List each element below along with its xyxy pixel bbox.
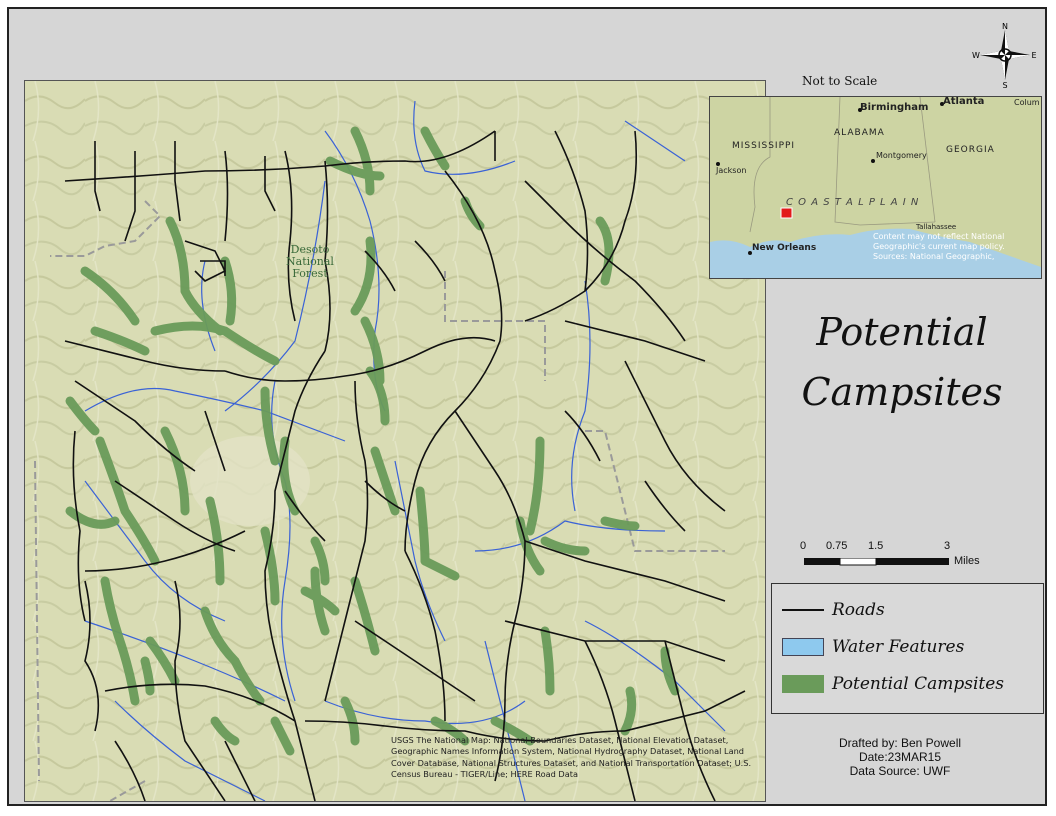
- map-credits: USGS The National Map: National Boundari…: [391, 735, 752, 779]
- not-to-scale-label: Not to Scale: [802, 74, 878, 88]
- map-title-line-1: Potential: [816, 310, 988, 354]
- map-legend: Roads Water Features Potential Campsites: [771, 583, 1044, 714]
- data-source: Data Source: UWF: [849, 764, 951, 778]
- scale-bar-graphic: [804, 558, 949, 566]
- north-arrow: N S E W: [972, 22, 1036, 90]
- scale-unit: Miles: [954, 555, 980, 567]
- map-title-line-2: Campsites: [801, 370, 1003, 414]
- inset-label-new-orleans: New Orleans: [752, 243, 817, 253]
- legend-item-water-features: Water Features: [782, 636, 964, 658]
- scale-tick-2: 1.5: [868, 540, 884, 552]
- east-label: E: [1031, 51, 1036, 60]
- inset-notice: Content may not reflect National Geograp…: [873, 232, 1005, 262]
- inset-label-columbus: Colum: [1014, 98, 1040, 107]
- forest-label: Desoto National Forest: [286, 243, 334, 280]
- forest-label-line-3: Forest: [292, 267, 328, 280]
- inset-label-jackson: Jackson: [716, 166, 747, 175]
- inset-notice-line-3: Sources: National Geographic,: [873, 252, 995, 261]
- inset-label-tallahassee: Tallahassee: [916, 223, 957, 231]
- legend-item-potential-campsites: Potential Campsites: [782, 673, 1004, 695]
- inset-notice-line-2: Geographic's current map policy.: [873, 242, 1005, 251]
- legend-label-potential-campsites: Potential Campsites: [832, 674, 1004, 694]
- inset-label-alabama: ALABAMA: [834, 128, 885, 138]
- west-label: W: [972, 51, 980, 60]
- inset-label-montgomery: Montgomery: [876, 151, 927, 160]
- legend-label-water-features: Water Features: [832, 637, 965, 657]
- scale-tick-0: 0: [800, 540, 807, 552]
- legend-symbol-potential-campsites: [782, 675, 824, 693]
- inset-label-coastal-plain: C O A S T A L P L A I N: [786, 197, 920, 208]
- study-area-marker: [780, 207, 793, 219]
- inset-label-mississippi: MISSISSIPPI: [732, 141, 796, 151]
- scale-tick-3: 3: [944, 540, 951, 552]
- north-label: N: [1002, 22, 1008, 31]
- drafted-by: Drafted by: Ben Powell: [838, 736, 962, 750]
- inset-notice-line-1: Content may not reflect National: [873, 232, 1005, 241]
- south-label: S: [1002, 81, 1007, 90]
- main-map[interactable]: Desoto National Forest USGS The National…: [24, 80, 766, 802]
- legend-symbol-roads: [782, 609, 824, 611]
- main-map-canvas: Desoto National Forest: [25, 81, 765, 801]
- map-metadata: Drafted by: Ben Powell Date:23MAR15 Data…: [800, 736, 1000, 778]
- inset-label-atlanta: Atlanta: [943, 96, 985, 107]
- inset-locator-map[interactable]: Birmingham Atlanta Colum ALABAMA MISSISS…: [709, 96, 1042, 279]
- draft-date: Date:23MAR15: [858, 750, 942, 764]
- scale-bar: 0 0.75 1.5 3 Miles: [796, 540, 1016, 572]
- scale-tick-1: 0.75: [826, 540, 848, 552]
- inset-label-georgia: GEORGIA: [946, 145, 995, 155]
- legend-symbol-water-features: [782, 638, 824, 656]
- inset-label-birmingham: Birmingham: [860, 102, 929, 113]
- legend-item-roads: Roads: [782, 599, 885, 621]
- legend-label-roads: Roads: [832, 600, 885, 620]
